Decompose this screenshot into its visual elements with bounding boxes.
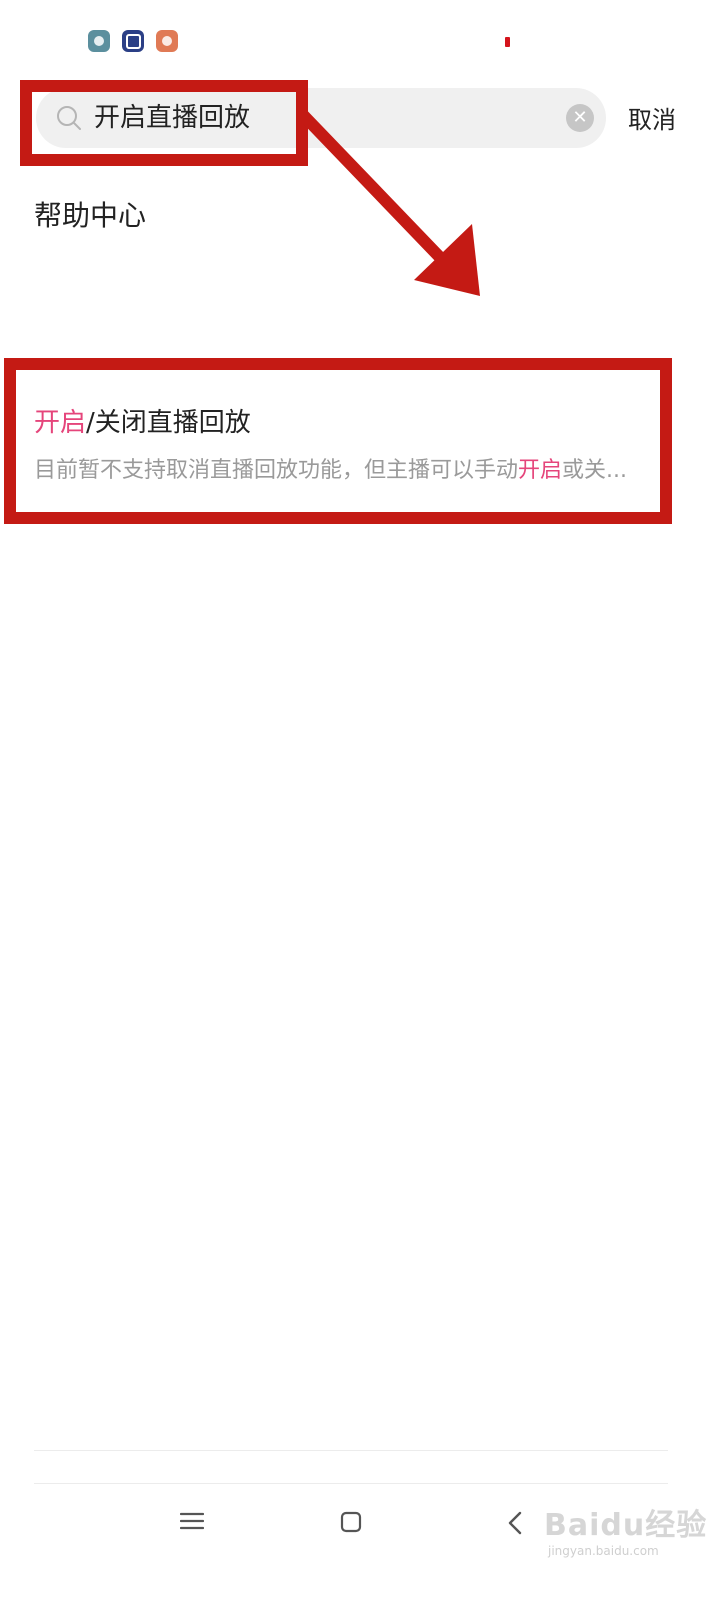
annotation-box-search xyxy=(20,80,308,166)
annotation-arrow-icon xyxy=(297,109,480,296)
divider xyxy=(34,1483,668,1484)
annotation-box-result xyxy=(4,358,672,524)
app-notification-icon xyxy=(88,30,110,52)
divider xyxy=(34,1450,668,1451)
clear-icon[interactable]: ✕ xyxy=(566,104,594,132)
section-title: 帮助中心 xyxy=(34,199,147,232)
watermark-brand: Baidu经验 xyxy=(544,1508,708,1543)
cancel-button[interactable]: 取消 xyxy=(628,100,676,135)
watermark: Baidu经验 jingyan.baidu.com xyxy=(540,1492,706,1572)
app-notification-icon xyxy=(122,30,144,52)
status-indicator-dot xyxy=(505,37,510,47)
home-icon[interactable] xyxy=(340,1511,362,1533)
screen: 开启直播回放 ✕ 取消 帮助中心 开启/关闭直播回放 目前暂不支持取消直播回放功… xyxy=(0,0,720,1600)
app-notification-icon xyxy=(156,30,178,52)
status-bar-icons xyxy=(88,30,178,52)
menu-icon[interactable] xyxy=(180,1511,204,1531)
back-icon[interactable] xyxy=(506,1511,526,1535)
watermark-url: jingyan.baidu.com xyxy=(548,1544,659,1558)
